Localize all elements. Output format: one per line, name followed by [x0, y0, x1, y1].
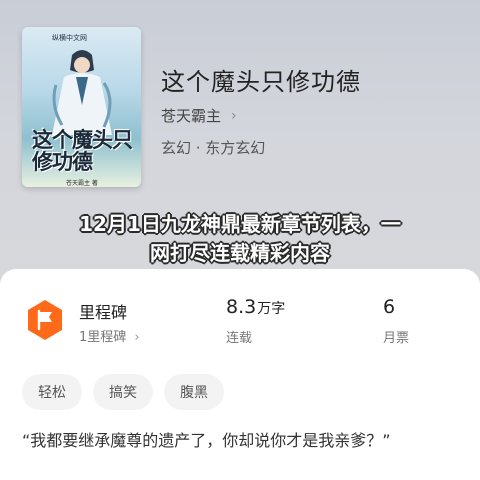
cover-character-illustration: [52, 50, 112, 135]
monthly-votes-label: 月票: [383, 331, 410, 346]
author-link[interactable]: 苍天霸主 ›: [161, 105, 237, 126]
tag-chip[interactable]: 腹黑: [164, 374, 224, 410]
book-title: 这个魔头只修功德: [161, 68, 361, 96]
serial-status: 连载: [226, 331, 253, 346]
word-count: 8.3万字: [226, 296, 285, 318]
tag-chip[interactable]: 轻松: [22, 374, 82, 410]
milestone-count[interactable]: 1里程碑 ›: [79, 326, 140, 345]
word-count-value: 8.3: [226, 296, 257, 318]
headline-line-1: 12月1日九龙神鼎最新章节列表，一: [79, 212, 401, 236]
milestone-title[interactable]: 里程碑: [79, 299, 127, 323]
milestone-count-text: 1里程碑: [79, 330, 127, 345]
chevron-right-icon: ›: [231, 107, 237, 124]
cover-title-art: 这个魔头只修功德: [32, 127, 133, 174]
book-genre: 玄幻 · 东方玄幻: [161, 139, 266, 157]
book-info-card: 里程碑 1里程碑 › 8.3万字 连载 6 月票 轻松 搞笑 腹黑 “我都要继承…: [0, 269, 480, 480]
flag-icon[interactable]: [24, 299, 66, 341]
author-name: 苍天霸主: [161, 107, 222, 125]
tag-list: 轻松 搞笑 腹黑: [22, 374, 224, 410]
chevron-right-icon: ›: [134, 330, 140, 345]
article-headline-overlay: 12月1日九龙神鼎最新章节列表，一 网打尽连载精彩内容: [0, 210, 480, 268]
word-count-unit: 万字: [257, 301, 286, 317]
tag-chip[interactable]: 搞笑: [93, 374, 153, 410]
book-intro-quote: “我都要继承魔尊的遗产了，你却说你才是我亲爹？”: [22, 431, 391, 450]
headline-line-2: 网打尽连载精彩内容: [150, 241, 330, 265]
cover-publisher-logo: 纵横中文网: [52, 34, 87, 42]
monthly-votes-value: 6: [383, 296, 396, 318]
cover-author: 苍天霸主 著: [66, 180, 98, 187]
book-cover[interactable]: 纵横中文网 这个魔头只修功德 苍天霸主 著: [22, 27, 141, 187]
